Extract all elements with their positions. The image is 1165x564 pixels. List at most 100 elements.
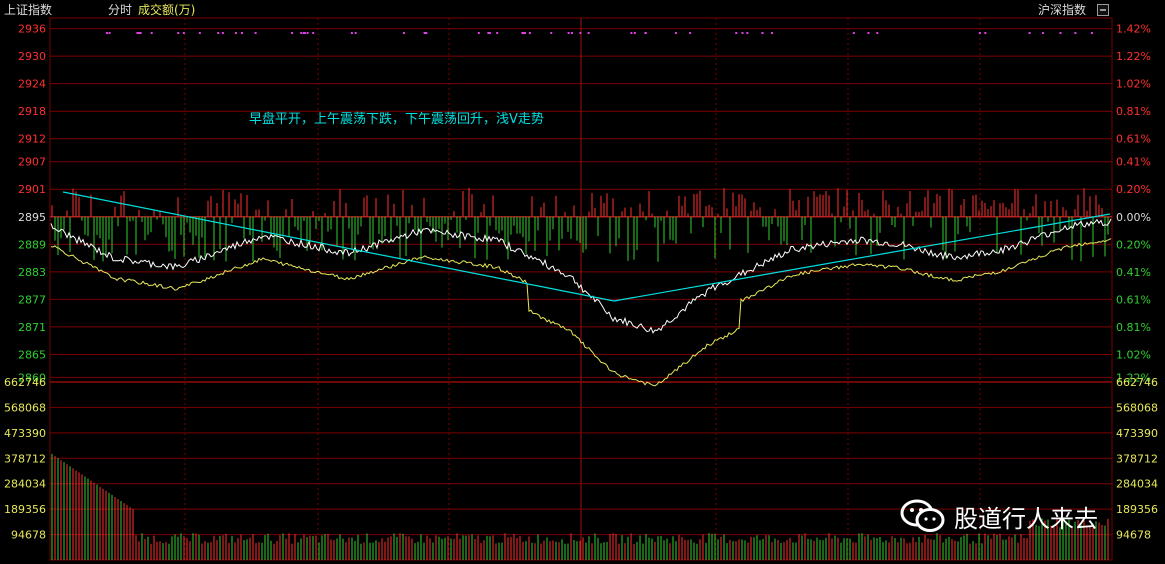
signal-marker (633, 32, 636, 34)
signal-marker (291, 32, 294, 34)
volume-tick-label-right: 284034 (1116, 478, 1158, 491)
signal-marker (303, 32, 306, 34)
signal-marker (689, 32, 692, 34)
y-pct-label: 0.20% (1116, 183, 1151, 196)
volume-tick-label-right: 378712 (1116, 452, 1158, 465)
volume-tick-label: 473390 (4, 427, 46, 440)
y-pct-label: 0.00% (1116, 211, 1151, 224)
signal-marker (746, 32, 749, 34)
y-tick-label: 2936 (18, 23, 46, 36)
signal-marker (425, 32, 428, 34)
y-tick-label: 2865 (18, 348, 46, 361)
signal-marker (300, 32, 303, 34)
trend-line-up (613, 213, 1111, 302)
signal-marker (644, 32, 647, 34)
signal-marker (1028, 32, 1031, 34)
signal-marker (867, 32, 870, 34)
signal-marker (523, 32, 526, 34)
y-pct-label: 1.22% (1116, 50, 1151, 63)
signal-marker (587, 32, 590, 34)
y-tick-label: 2924 (18, 78, 46, 91)
y-tick-label: 2901 (18, 183, 46, 196)
y-pct-label: 0.41% (1116, 266, 1151, 279)
signal-marker (354, 32, 357, 34)
signal-marker (978, 32, 981, 34)
signal-marker (312, 32, 315, 34)
signal-marker (567, 32, 570, 34)
volume-tick-label: 378712 (4, 452, 46, 465)
signal-marker (177, 32, 180, 34)
signal-marker (423, 32, 426, 34)
signal-marker (741, 32, 744, 34)
y-pct-label: 1.02% (1116, 348, 1151, 361)
signal-marker (674, 32, 677, 34)
signal-marker (550, 32, 553, 34)
signal-marker (770, 32, 773, 34)
signal-marker (528, 32, 531, 34)
signal-marker (488, 32, 491, 34)
y-pct-label: 0.41% (1116, 156, 1151, 169)
signal-markers (106, 32, 1093, 34)
signal-marker (139, 32, 142, 34)
y-pct-label: 1.02% (1116, 78, 1151, 91)
signal-marker (198, 32, 201, 34)
wechat-icon (900, 499, 945, 532)
volume-tick-label: 568068 (4, 401, 46, 414)
y-tick-label: 2930 (18, 50, 46, 63)
signal-marker (477, 32, 480, 34)
signal-marker (221, 32, 224, 34)
signal-marker (735, 32, 738, 34)
volume-tick-label: 94678 (11, 529, 46, 542)
y-pct-label: 0.61% (1116, 293, 1151, 306)
signal-marker (984, 32, 987, 34)
signal-marker (306, 32, 309, 34)
y-tick-label: 2889 (18, 238, 46, 251)
y-tick-label: 2877 (18, 293, 46, 306)
signal-marker (579, 32, 582, 34)
signal-marker (254, 32, 257, 34)
volume-tick-label-right: 568068 (1116, 401, 1158, 414)
grid-lines (49, 17, 1113, 561)
y-tick-label: 2907 (18, 156, 46, 169)
y-tick-label: 2871 (18, 321, 46, 334)
signal-marker (630, 32, 633, 34)
trend-line-down (62, 191, 615, 302)
breadth-bars (51, 187, 1109, 262)
signal-marker (108, 32, 111, 34)
volume-tick-label: 662746 (4, 376, 46, 389)
watermark: 股道行人来去 (900, 496, 1098, 536)
signal-marker (182, 32, 185, 34)
volume-tick-label-right: 662746 (1116, 376, 1158, 389)
y-tick-label: 2912 (18, 133, 46, 146)
y-pct-label: 0.81% (1116, 321, 1151, 334)
intraday-chart[interactable]: 2936 1.42% 2930 1.22% 2924 1.02% 2918 0.81% 2912… (0, 0, 1165, 564)
signal-marker (402, 32, 405, 34)
volume-tick-label-right: 473390 (1116, 427, 1158, 440)
signal-marker (217, 32, 220, 34)
signal-marker (1090, 32, 1093, 34)
signal-marker (496, 32, 499, 34)
y-pct-label: 0.81% (1116, 105, 1151, 118)
y-pct-label: 1.42% (1116, 23, 1151, 36)
y-pct-label: 0.20% (1116, 238, 1151, 251)
signal-marker (761, 32, 764, 34)
signal-marker (234, 32, 237, 34)
signal-marker (1042, 32, 1045, 34)
signal-marker (1074, 32, 1077, 34)
signal-marker (106, 32, 109, 34)
signal-marker (570, 32, 573, 34)
signal-marker (136, 32, 139, 34)
y-tick-label: 2895 (18, 211, 46, 224)
chart-annotation: 早盘平开，上午震荡下跌，下午震荡回升，浅V走势 (249, 112, 544, 127)
y-tick-label: 2918 (18, 105, 46, 118)
watermark-text: 股道行人来去 (954, 504, 1098, 533)
volume-tick-label: 284034 (4, 478, 46, 491)
signal-marker (876, 32, 879, 34)
signal-marker (1059, 32, 1062, 34)
volume-tick-label-right: 94678 (1116, 529, 1151, 542)
volume-tick-label-right: 189356 (1116, 503, 1158, 516)
signal-marker (852, 32, 855, 34)
volume-tick-label: 189356 (4, 503, 46, 516)
y-pct-label: 0.61% (1116, 133, 1151, 146)
signal-marker (241, 32, 244, 34)
